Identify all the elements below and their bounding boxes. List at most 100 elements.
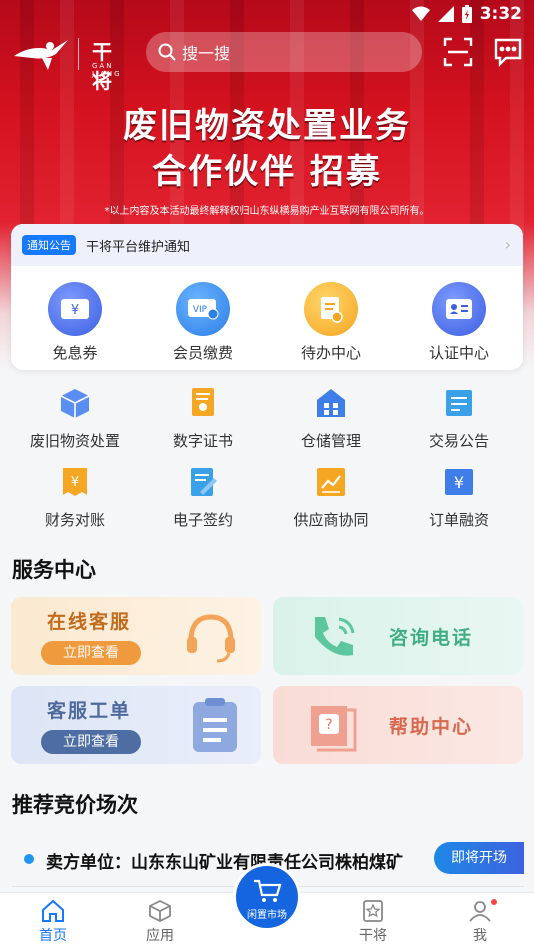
wifi-icon: [411, 6, 430, 21]
scan-button[interactable]: [442, 36, 474, 68]
ticket-card[interactable]: 客服工单 立即查看: [11, 686, 261, 764]
grid-item-waste-disposal[interactable]: 废旧物资处置: [11, 386, 139, 451]
help-book-icon: ?: [311, 706, 357, 752]
announcement-icon: [446, 390, 472, 416]
app-logo[interactable]: 干将 GAN JIANG: [12, 34, 132, 93]
user-icon: [469, 901, 491, 922]
quick-label: 待办中心: [300, 344, 361, 362]
logo-sub: GAN JIANG: [92, 62, 122, 78]
tab-apps[interactable]: 应用: [125, 899, 195, 945]
cube-icon: [149, 899, 171, 923]
grid-item-trade-notice[interactable]: 交易公告: [395, 386, 523, 451]
bill-icon: ¥: [63, 468, 87, 496]
notification-dot: [491, 899, 497, 905]
help-center-title: 帮助中心: [389, 716, 474, 738]
status-bar: 3:32: [0, 0, 534, 28]
battery-icon: [461, 5, 472, 23]
svg-text:VIP: VIP: [193, 305, 208, 315]
tab-label: 我: [473, 928, 487, 944]
hotline-title: 咨询电话: [389, 627, 474, 649]
star-badge-icon: [363, 900, 383, 922]
headset-icon: [187, 614, 235, 663]
svg-text:¥: ¥: [71, 475, 79, 490]
message-button[interactable]: [492, 36, 524, 68]
chevron-right-icon: ›: [504, 235, 511, 254]
tab-ganjiang[interactable]: 干将: [338, 899, 408, 945]
auction-status-badge: 即将开场: [434, 842, 524, 874]
quick-label: 免息券: [52, 344, 98, 362]
grid-item-digital-cert[interactable]: 数字证书: [139, 386, 267, 451]
todo-icon: [304, 282, 358, 336]
svg-text:¥: ¥: [71, 303, 79, 318]
phone-icon: [315, 617, 355, 656]
tab-label: 应用: [146, 928, 174, 944]
grid-label: 仓储管理: [300, 432, 361, 450]
notice-bar[interactable]: 通知公告 干将平台维护通知 ›: [11, 224, 523, 266]
help-center-card[interactable]: ? 帮助中心: [273, 686, 523, 764]
online-service-title: 在线客服: [47, 611, 132, 633]
app-screen: 3:32 干将 GAN JIANG 搜一搜 废旧物资处置业务 合作伙伴 招募 *…: [0, 0, 534, 950]
quick-label: 认证中心: [428, 344, 489, 362]
quick-item-vip[interactable]: VIP 会员缴费: [139, 282, 267, 363]
quick-card: 通知公告 干将平台维护通知 › ¥ 免息券 VIP 会员缴费 待办中心 认证中心: [11, 224, 523, 370]
finance-icon: ¥: [445, 469, 473, 495]
recommend-title: 推荐竞价场次: [12, 793, 138, 817]
grid-label: 供应商协同: [293, 511, 369, 529]
ticket-button[interactable]: 立即查看: [41, 730, 141, 754]
bullet-dot-icon: [24, 854, 34, 864]
vip-card-icon: VIP: [176, 282, 230, 336]
message-icon: [494, 38, 522, 67]
box-icon: [60, 389, 90, 418]
tab-label: 首页: [39, 928, 67, 944]
banner-subheadline: 合作伙伴 招募: [152, 152, 382, 192]
tab-me[interactable]: 我: [445, 899, 515, 945]
quick-item-todo[interactable]: 待办中心: [267, 282, 395, 363]
clipboard-icon: [193, 698, 237, 752]
grid-label: 订单融资: [428, 511, 489, 529]
top-bar: 干将 GAN JIANG 搜一搜: [0, 30, 534, 93]
sign-icon: [191, 468, 217, 496]
tab-idle-market[interactable]: 闲置市场: [233, 863, 301, 931]
tab-label: 干将: [359, 928, 387, 944]
quick-item-auth[interactable]: 认证中心: [395, 282, 523, 363]
grid-item-order-finance[interactable]: ¥ 订单融资: [395, 465, 523, 530]
status-time: 3:32: [479, 4, 522, 24]
warehouse-icon: [317, 389, 345, 417]
cart-icon: [254, 879, 282, 902]
search-input[interactable]: 搜一搜: [146, 32, 422, 72]
services-grid: 废旧物资处置 数字证书 仓储管理 交易公告 ¥ 财务对账 电子签约 供应商协同 …: [0, 386, 534, 544]
hotline-card[interactable]: 咨询电话: [273, 597, 523, 675]
service-center-title: 服务中心: [12, 558, 96, 582]
grid-item-reconciliation[interactable]: ¥ 财务对账: [11, 465, 139, 530]
search-icon: [158, 43, 176, 61]
ticket-title: 客服工单: [47, 700, 132, 722]
grid-label: 电子签约: [172, 511, 233, 529]
grid-label: 数字证书: [172, 432, 233, 450]
banner-disclaimer: *以上内容及本活动最终解释权归山东纵横易购产业互联网有限公司所有。: [104, 206, 430, 217]
auction-seller: 卖方单位：山东东山矿业有限责任公司株柏煤矿: [46, 853, 403, 873]
quick-label: 会员缴费: [172, 344, 233, 362]
warrior-logo-icon: [14, 40, 68, 70]
svg-text:?: ?: [325, 717, 332, 733]
grid-item-warehouse[interactable]: 仓储管理: [267, 386, 395, 451]
scan-icon: [443, 37, 473, 67]
grid-item-supplier[interactable]: 供应商协同: [267, 465, 395, 530]
grid-label: 财务对账: [44, 511, 105, 529]
online-service-card[interactable]: 在线客服 立即查看: [11, 597, 261, 675]
banner-headline: 废旧物资处置业务: [123, 106, 411, 146]
grid-item-e-sign[interactable]: 电子签约: [139, 465, 267, 530]
signal-icon: [437, 6, 454, 22]
id-card-icon: [432, 282, 486, 336]
coupon-icon: ¥: [48, 282, 102, 336]
notice-text: 干将平台维护通知: [86, 239, 191, 255]
bottom-tab-bar: 首页 应用 闲置市场 干将 我: [0, 863, 534, 950]
certificate-icon: [192, 388, 214, 416]
tab-home[interactable]: 首页: [18, 899, 88, 945]
search-placeholder: 搜一搜: [182, 44, 231, 63]
quick-item-coupon[interactable]: ¥ 免息券: [11, 282, 139, 363]
grid-label: 交易公告: [428, 432, 489, 450]
home-icon: [42, 899, 64, 922]
svg-text:¥: ¥: [454, 473, 464, 492]
chart-icon: [317, 468, 345, 496]
online-service-button[interactable]: 立即查看: [41, 641, 141, 665]
